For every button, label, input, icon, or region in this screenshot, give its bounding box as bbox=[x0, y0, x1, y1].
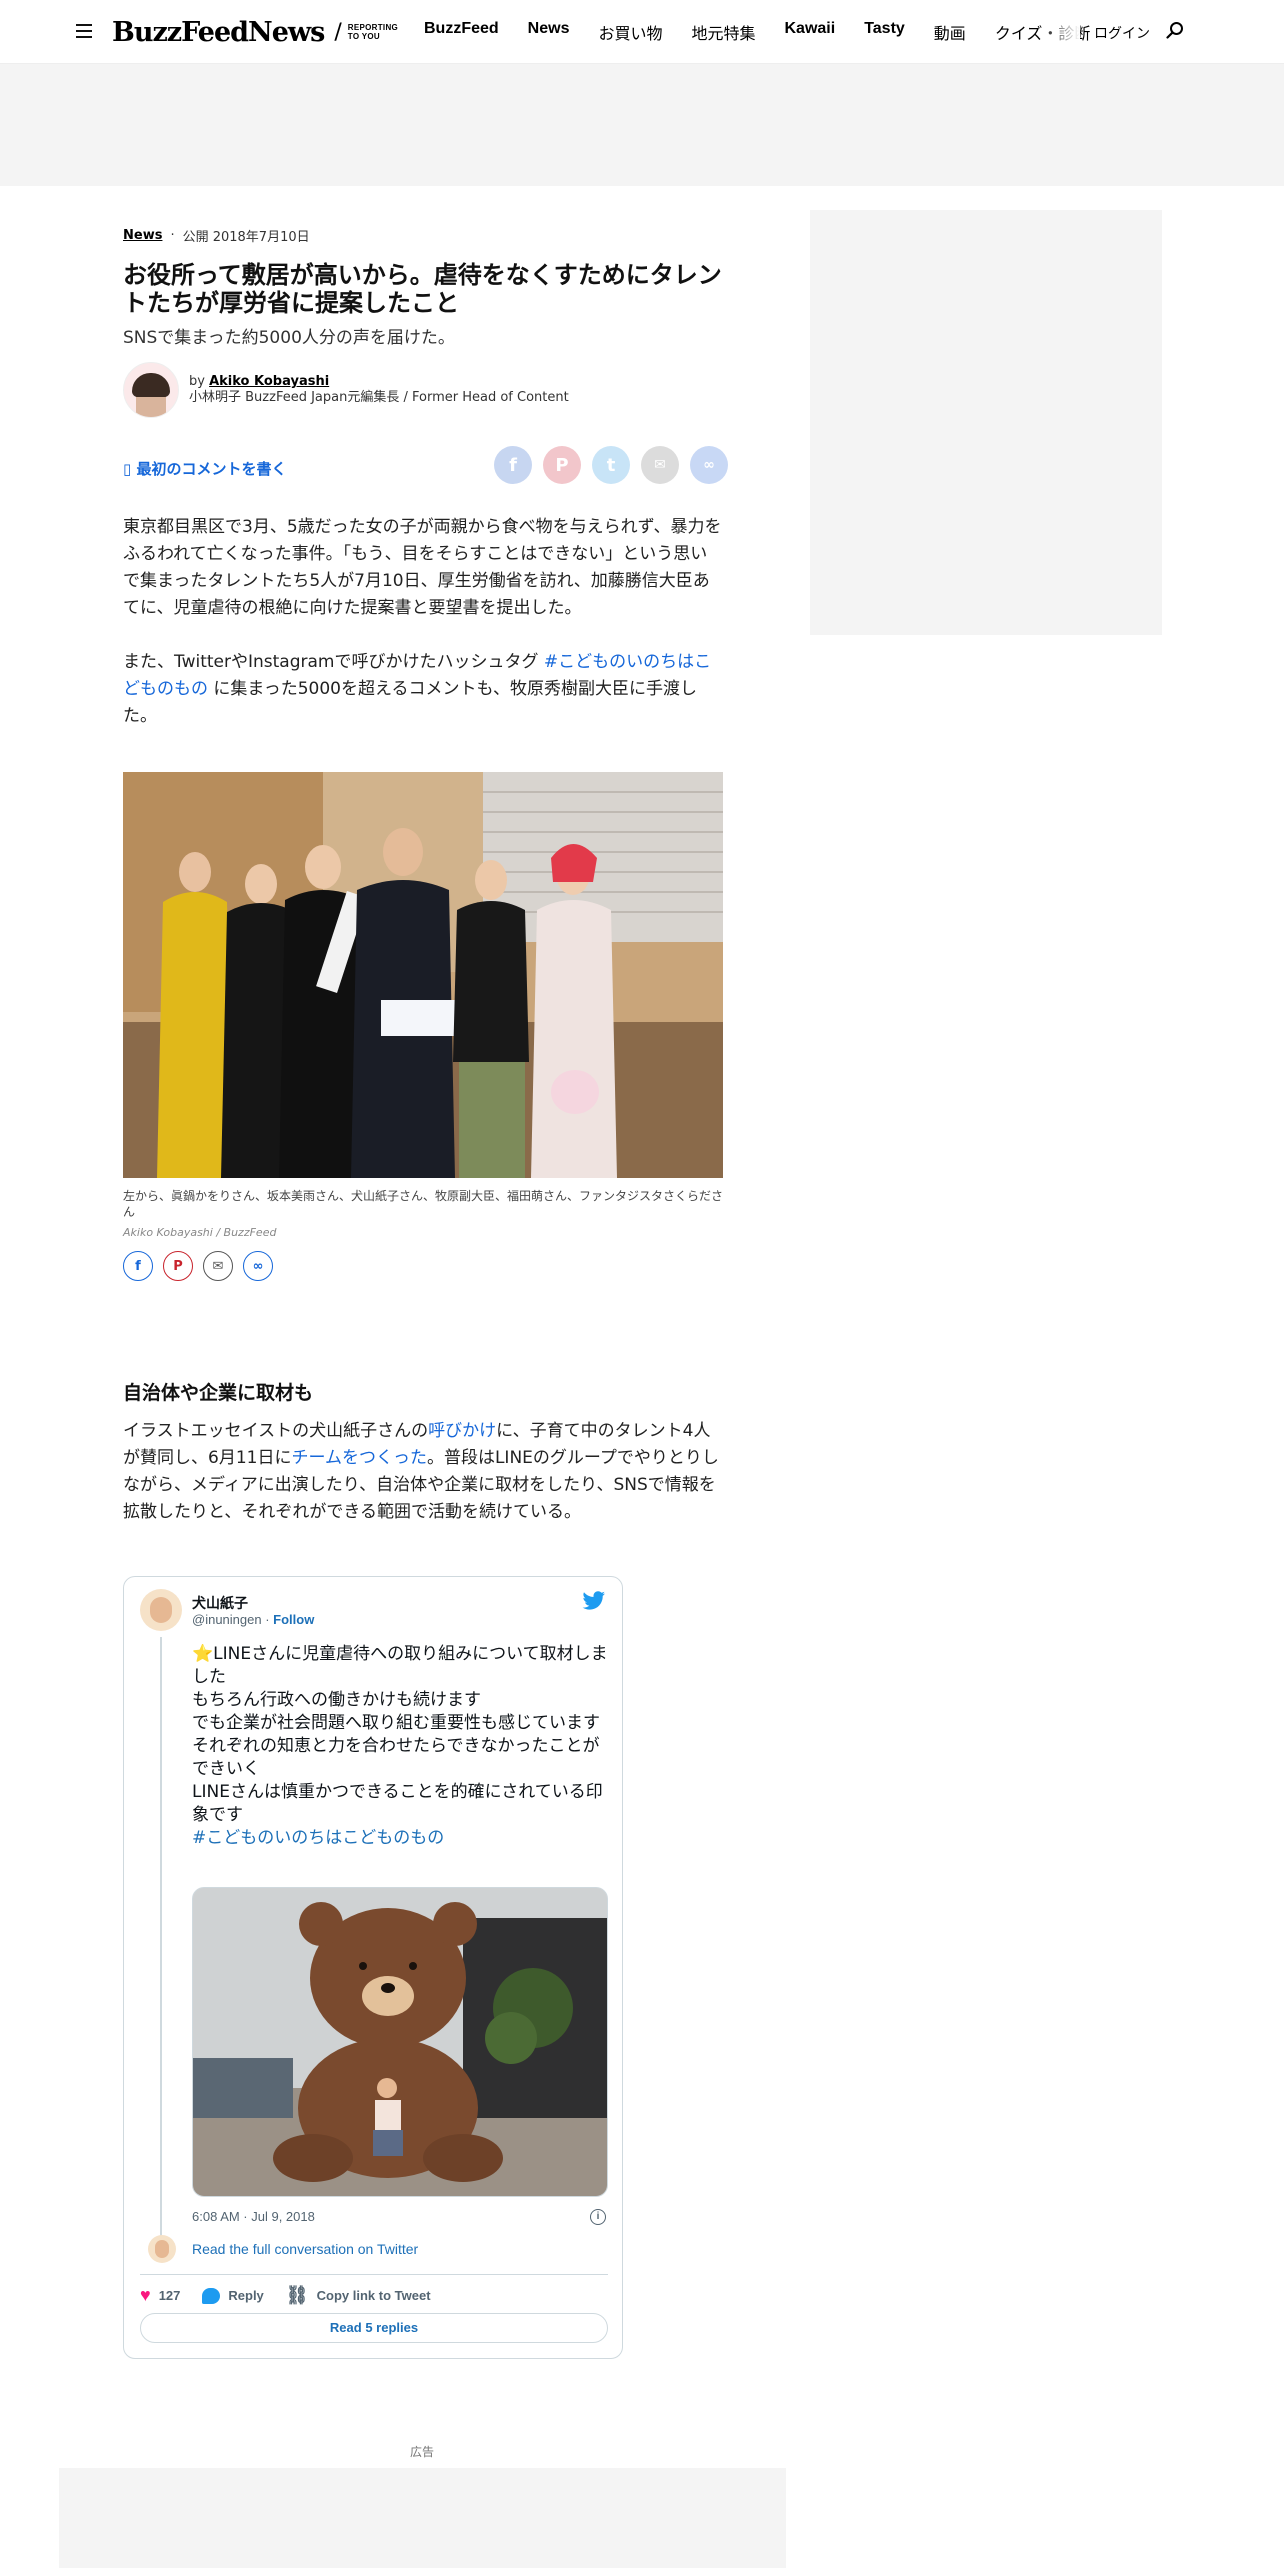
like-count: 127 bbox=[158, 2288, 181, 2303]
copy-link-icon[interactable]: ∞ bbox=[690, 446, 728, 484]
tweet-timestamp[interactable]: 6:08 AM · Jul 9, 2018 bbox=[192, 2209, 315, 2224]
author-role: 小林明子 BuzzFeed Japan元編集長 / Former Head of… bbox=[189, 390, 569, 405]
main-nav: BuzzFeed News お買い物 地元特集 Kawaii Tasty 動画 … bbox=[424, 20, 1119, 44]
logo-news: News bbox=[248, 16, 325, 48]
like-button[interactable]: ♥ 127 bbox=[140, 2285, 180, 2306]
tweet-author-name[interactable]: 犬山紙子 bbox=[192, 1593, 248, 1613]
nav-item-local[interactable]: 地元特集 bbox=[691, 20, 755, 44]
nav-item-news[interactable]: News bbox=[528, 20, 570, 44]
photo-caption: 左から、眞鍋かをりさん、坂本美雨さん、犬山紙子さん、牧原副大臣、福田萌さん、ファ… bbox=[123, 1189, 724, 1219]
tweet-avatar[interactable] bbox=[140, 1589, 182, 1631]
logo-buzzfeed: BuzzFeed bbox=[112, 16, 249, 48]
paragraph-3: イラストエッセイストの犬山紙子さんの呼びかけに、子育て中のタレント4人が賛同し、… bbox=[123, 1421, 719, 1522]
category-link[interactable]: News bbox=[123, 228, 162, 243]
facebook-icon[interactable]: f bbox=[123, 1251, 153, 1281]
follow-button[interactable]: Follow bbox=[273, 1612, 314, 1627]
conversation-avatar bbox=[148, 2235, 176, 2263]
reply-button[interactable]: Reply bbox=[202, 2287, 264, 2304]
read-conversation-link[interactable]: Read the full conversation on Twitter bbox=[192, 2241, 418, 2257]
link-icon: ⛓ bbox=[285, 2285, 309, 2305]
heart-icon: ♥ bbox=[140, 2285, 151, 2305]
info-icon[interactable]: i bbox=[590, 2209, 606, 2225]
tweet-hashtag[interactable]: #こどものいのちはこどものもの bbox=[192, 1827, 612, 1850]
byline: by Akiko Kobayashi 小林明子 BuzzFeed Japan元編… bbox=[123, 362, 723, 418]
facebook-share-icon[interactable]: f bbox=[494, 446, 532, 484]
publish-date: 公開 2018年7月10日 bbox=[182, 230, 310, 245]
tweet-actions: ♥ 127 Reply ⛓ Copy link to Tweet bbox=[140, 2285, 453, 2306]
email-icon[interactable]: ✉ bbox=[203, 1251, 233, 1281]
share-bar: ▯ 最初のコメントを書く f P t ✉ ∞ bbox=[123, 446, 728, 486]
ad-label: 広告 bbox=[409, 2445, 434, 2459]
email-share-icon[interactable]: ✉ bbox=[641, 446, 679, 484]
login-link[interactable]: ログイン bbox=[1094, 23, 1150, 43]
comment-link[interactable]: ▯ 最初のコメントを書く bbox=[123, 458, 287, 479]
paragraph-1: 東京都目黒区で3月、5歳だった女の子が両親から食べ物を与えられず、暴力をふるわれ… bbox=[123, 517, 722, 618]
site-logo[interactable]: BuzzFeed News / REPORTING TO YOU bbox=[112, 14, 398, 50]
logo-tagline: REPORTING TO YOU bbox=[347, 23, 399, 41]
article-photo bbox=[123, 772, 723, 1178]
inline-link-call[interactable]: 呼びかけ bbox=[428, 1421, 496, 1441]
embedded-tweet: 犬山紙子 @inuningen · Follow ⭐LINEさんに児童虐待への取… bbox=[123, 1576, 623, 2359]
twitter-share-icon[interactable]: t bbox=[592, 446, 630, 484]
top-ad-slot bbox=[0, 64, 1284, 186]
section-heading: 自治体や企業に取材も bbox=[123, 1382, 314, 1404]
author-avatar[interactable] bbox=[123, 362, 179, 418]
pinterest-share-icon[interactable]: P bbox=[543, 446, 581, 484]
article-header: News · 公開 2018年7月10日 お役所って敷居が高いから。虐待をなくす… bbox=[123, 226, 728, 730]
inline-link-team[interactable]: チームをつくった bbox=[291, 1448, 427, 1468]
article-meta: News · 公開 2018年7月10日 bbox=[123, 228, 310, 245]
bottom-ad-slot bbox=[59, 2468, 786, 2568]
tweet-handle[interactable]: @inuningen bbox=[192, 1612, 262, 1627]
page-title: お役所って敷居が高いから。虐待をなくすためにタレントたちが厚労省に提案したこと bbox=[123, 261, 722, 317]
read-replies-button[interactable]: Read 5 replies bbox=[140, 2313, 608, 2343]
article-subtitle: SNSで集まった約5000人分の声を届けた。 bbox=[123, 328, 455, 348]
comment-icon: ▯ bbox=[123, 460, 132, 478]
menu-icon[interactable] bbox=[76, 24, 92, 38]
tweet-image[interactable] bbox=[192, 1887, 608, 2197]
photo-credit: Akiko Kobayashi / BuzzFeed bbox=[123, 1226, 277, 1239]
site-header: BuzzFeed News / REPORTING TO YOU BuzzFee… bbox=[0, 0, 1284, 64]
nav-item-tasty[interactable]: Tasty bbox=[864, 20, 905, 44]
nav-item-kawaii[interactable]: Kawaii bbox=[785, 20, 836, 44]
nav-item-video[interactable]: 動画 bbox=[934, 20, 966, 44]
nav-item-buzzfeed[interactable]: BuzzFeed bbox=[424, 20, 499, 44]
paragraph-2: また、TwitterやInstagramで呼びかけたハッシュタグ #こどものいの… bbox=[123, 652, 712, 726]
twitter-bird-icon[interactable] bbox=[582, 1591, 606, 1611]
tweet-text: ⭐LINEさんに児童虐待への取り組みについて取材しました もちろん行政への働きか… bbox=[192, 1643, 612, 1850]
link-icon[interactable]: ∞ bbox=[243, 1251, 273, 1281]
pinterest-icon[interactable]: P bbox=[163, 1251, 193, 1281]
sidebar-ad-slot bbox=[810, 210, 1162, 635]
search-icon[interactable] bbox=[1166, 21, 1184, 39]
nav-item-shopping[interactable]: お買い物 bbox=[598, 20, 662, 44]
author-link[interactable]: Akiko Kobayashi bbox=[209, 374, 329, 389]
photo-share-bar: f P ✉ ∞ bbox=[123, 1251, 283, 1281]
reply-icon bbox=[202, 2287, 221, 2304]
copy-link-button[interactable]: ⛓ Copy link to Tweet bbox=[286, 2285, 431, 2306]
